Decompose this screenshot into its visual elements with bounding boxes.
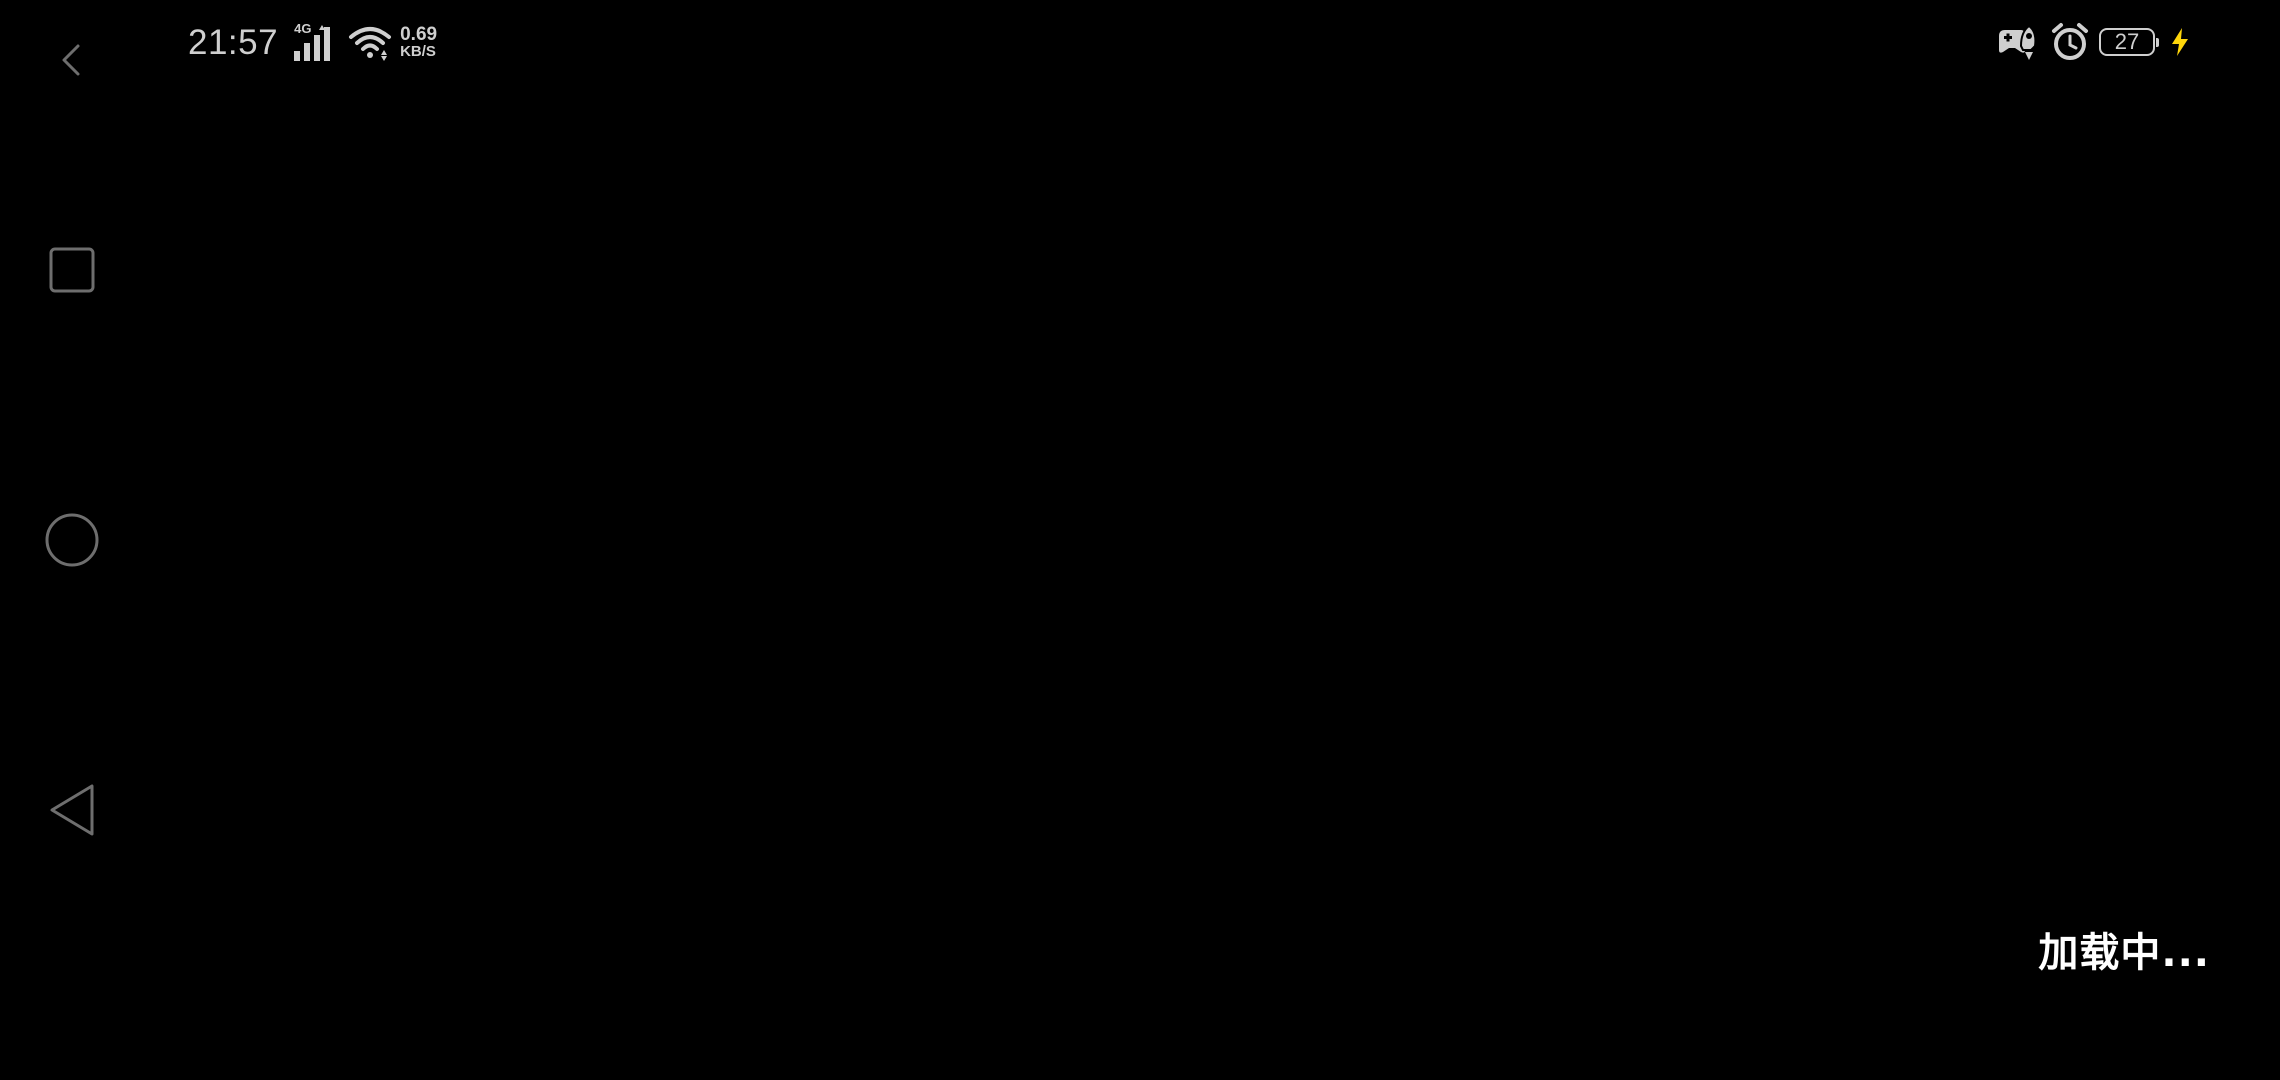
- recents-button[interactable]: [32, 230, 112, 310]
- cellular-signal: 4G: [292, 21, 338, 63]
- chevron-left-icon: [62, 44, 80, 76]
- clock: 21:57: [188, 23, 279, 62]
- network-type: 4G: [294, 21, 312, 36]
- battery-indicator: 27: [2099, 28, 2159, 56]
- game-controller-rocket-icon: [1999, 24, 2037, 60]
- network-speed-value: 0.69: [400, 24, 438, 45]
- loading-text: 加载中...: [2038, 930, 2210, 976]
- network-speed: 0.69 KB/S: [400, 24, 438, 60]
- square-recents-icon: [49, 247, 95, 293]
- charging-bolt-icon: [2172, 28, 2188, 56]
- status-bar-left: 21:57 4G 0.69 KB/S: [188, 16, 437, 70]
- battery-level: 27: [2114, 29, 2140, 54]
- triangle-back-icon: [50, 784, 94, 836]
- navigation-bar: [0, 0, 144, 1080]
- collapse-nav-button[interactable]: [32, 20, 112, 100]
- back-button[interactable]: [32, 770, 112, 850]
- status-bar-right: 27: [1995, 18, 2191, 66]
- network-speed-unit: KB/S: [400, 43, 436, 60]
- wifi-icon: [349, 27, 392, 61]
- circle-home-icon: [45, 513, 99, 567]
- app-screen: 21:57 4G 0.69 KB/S 27 加载中...: [0, 0, 2280, 1080]
- alarm-clock-icon: [2052, 23, 2088, 60]
- home-button[interactable]: [32, 500, 112, 580]
